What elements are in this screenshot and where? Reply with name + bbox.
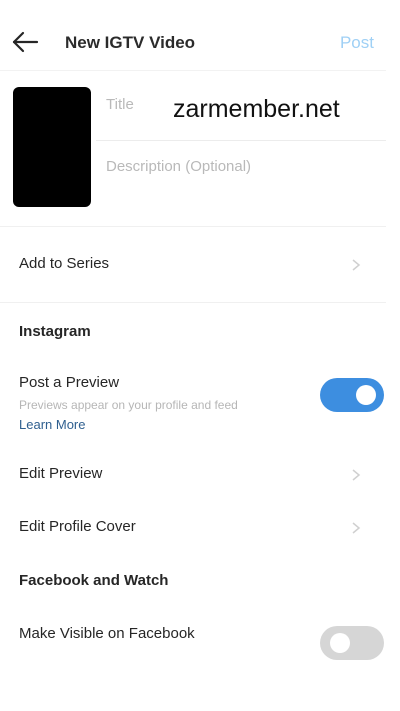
divider [0, 226, 386, 227]
divider [0, 302, 386, 303]
back-button[interactable] [10, 28, 40, 56]
post-button[interactable]: Post [340, 33, 374, 53]
add-to-series-label: Add to Series [19, 255, 110, 272]
learn-more-link[interactable]: Learn More [19, 417, 85, 432]
edit-preview-label: Edit Preview [19, 465, 103, 482]
section-title-facebook: Facebook and Watch [19, 572, 169, 589]
toggle-knob [356, 385, 376, 405]
post-preview-subtext: Previews appear on your profile and feed [19, 398, 238, 412]
make-visible-label: Make Visible on Facebook [19, 625, 195, 642]
edit-profile-cover-label: Edit Profile Cover [19, 518, 136, 535]
add-to-series-row[interactable]: Add to Series [0, 236, 386, 292]
edit-preview-row[interactable]: Edit Preview [0, 452, 386, 496]
section-title-instagram: Instagram [19, 323, 91, 340]
top-bar: New IGTV Video Post [0, 0, 386, 71]
watermark-text: zarmember.net [173, 95, 340, 123]
video-thumbnail[interactable] [13, 87, 91, 207]
post-preview-toggle[interactable] [320, 378, 384, 412]
facebook-visibility-toggle[interactable] [320, 626, 384, 660]
post-preview-label: Post a Preview [19, 374, 120, 391]
title-input[interactable] [106, 96, 166, 113]
edit-profile-cover-row[interactable]: Edit Profile Cover [0, 504, 386, 548]
description-input[interactable] [106, 158, 366, 175]
chevron-right-icon [352, 469, 361, 481]
chevron-right-icon [352, 259, 361, 271]
arrow-left-icon [12, 31, 39, 53]
chevron-right-icon [352, 522, 361, 534]
toggle-knob [330, 633, 350, 653]
field-divider [96, 140, 386, 141]
page-title: New IGTV Video [65, 33, 196, 52]
